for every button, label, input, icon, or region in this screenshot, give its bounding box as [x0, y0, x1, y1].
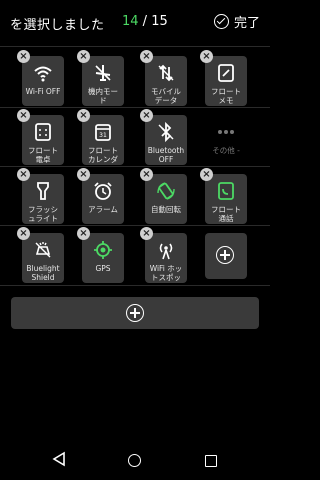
remove-tile-button[interactable]: × — [140, 50, 153, 63]
tile-bluetooth-off[interactable]: Bluetooth OFF — [145, 115, 187, 165]
add-circle-icon — [126, 304, 144, 322]
add-button[interactable] — [11, 297, 259, 329]
add-circle-icon — [216, 246, 234, 264]
remove-tile-button[interactable]: × — [17, 227, 30, 240]
selection-counter: 14 / 15 — [122, 14, 168, 29]
navigation-bar — [0, 440, 270, 480]
recents-icon[interactable] — [205, 455, 217, 467]
divider — [0, 285, 270, 286]
float-call-icon — [205, 180, 247, 202]
divider — [0, 46, 270, 47]
tile-float-call[interactable]: フロート 通話 — [205, 174, 247, 224]
bluelight-shield-icon — [22, 239, 64, 261]
float-calendar-icon: 31 — [82, 121, 124, 143]
check-circle-icon — [213, 14, 229, 29]
tile-label: その他 - — [212, 146, 240, 155]
back-icon[interactable] — [52, 451, 66, 467]
tile-flashlight[interactable]: フラッシ ュライト — [22, 174, 64, 224]
svg-text:31: 31 — [99, 132, 107, 139]
remove-tile-button[interactable]: × — [140, 227, 153, 240]
selected-count: 14 — [122, 14, 139, 29]
remove-tile-button[interactable]: × — [77, 109, 90, 122]
header: を選択しました 14 / 15 完了 — [0, 0, 270, 46]
gps-icon — [82, 239, 124, 261]
tile-auto-rotate[interactable]: 自動回転 — [145, 174, 187, 224]
tile-bluelight-shield[interactable]: Bluelight Shield — [22, 233, 64, 283]
remove-tile-button[interactable]: × — [140, 109, 153, 122]
mobile-data-icon — [145, 62, 187, 84]
done-label: 完了 — [233, 16, 260, 31]
tile-float-calendar[interactable]: 31 フロート カレンダ — [82, 115, 124, 165]
tile-label: Bluetooth OFF — [147, 146, 185, 164]
tile-label: フロート カレンダ — [88, 146, 118, 164]
auto-rotate-icon — [145, 180, 187, 202]
divider — [0, 225, 270, 226]
tile-airplane-mode[interactable]: 機内モー ド — [82, 56, 124, 106]
remove-tile-button[interactable]: × — [140, 168, 153, 181]
remove-tile-button[interactable]: × — [200, 168, 213, 181]
tile-label: GPS — [95, 264, 111, 273]
tile-label: アラーム — [88, 205, 118, 214]
tile-wifi-hotspot[interactable]: WiFi ホッ トスポッ — [145, 233, 187, 283]
remove-tile-button[interactable]: × — [77, 168, 90, 181]
wifi-off-icon — [22, 62, 64, 84]
remove-tile-button[interactable]: × — [77, 227, 90, 240]
tile-label: Wi-Fi OFF — [25, 87, 61, 96]
tile-label: Bluelight Shield — [26, 264, 60, 282]
tile-label: モバイル データ — [151, 87, 181, 105]
bluetooth-off-icon — [145, 121, 187, 143]
tile-alarm[interactable]: アラーム — [82, 174, 124, 224]
tile-mobile-data[interactable]: モバイル データ — [145, 56, 187, 106]
flashlight-icon — [22, 180, 64, 202]
airplane-mode-icon — [82, 62, 124, 84]
tile-gps[interactable]: GPS — [82, 233, 124, 283]
remove-tile-button[interactable]: × — [17, 109, 30, 122]
counter-separator: / — [138, 14, 152, 29]
tile-label: フロート 電卓 — [28, 146, 58, 164]
page-title: を選択しました — [10, 18, 105, 33]
divider — [0, 107, 270, 108]
alarm-icon — [82, 180, 124, 202]
done-button[interactable]: 完了 — [213, 12, 260, 31]
remove-tile-button[interactable]: × — [200, 50, 213, 63]
tile-more[interactable]: その他 - — [205, 115, 247, 165]
wifi-hotspot-icon — [145, 239, 187, 261]
tile-float-calculator[interactable]: フロート 電卓 — [22, 115, 64, 165]
more-dots-icon — [205, 121, 247, 143]
remove-tile-button[interactable]: × — [77, 50, 90, 63]
tile-label: フロート 通話 — [211, 205, 241, 223]
tile-label: 自動回転 — [151, 205, 181, 214]
remove-tile-button[interactable]: × — [17, 50, 30, 63]
tile-label: 機内モー ド — [88, 87, 118, 105]
tile-label: フラッシ ュライト — [28, 205, 58, 223]
add-tile-button[interactable] — [205, 233, 247, 279]
total-count: 15 — [151, 14, 168, 29]
tile-wifi-off[interactable]: Wi-Fi OFF — [22, 56, 64, 106]
remove-tile-button[interactable]: × — [17, 168, 30, 181]
tile-label: WiFi ホッ トスポッ — [149, 264, 183, 282]
float-calculator-icon — [22, 121, 64, 143]
divider — [0, 166, 270, 167]
float-memo-icon — [205, 62, 247, 84]
tile-float-memo[interactable]: フロート メモ — [205, 56, 247, 106]
tile-label: フロート メモ — [211, 87, 241, 105]
home-icon[interactable] — [128, 454, 141, 467]
